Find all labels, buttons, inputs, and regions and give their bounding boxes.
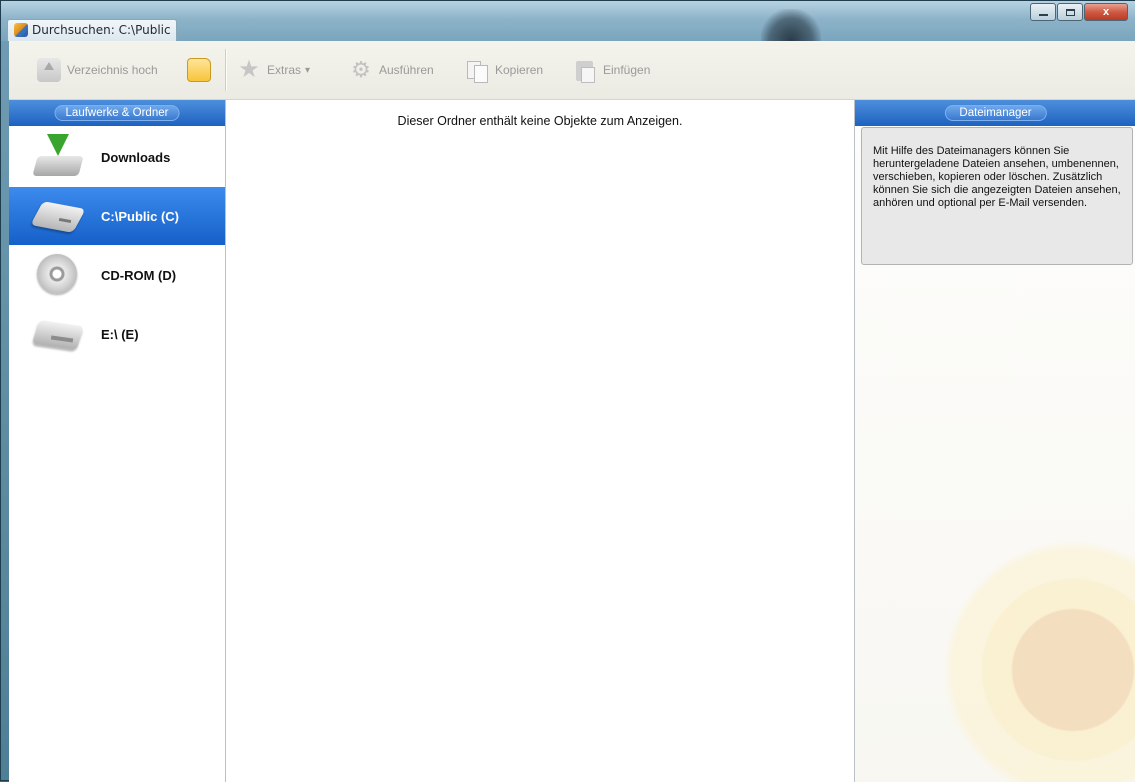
- drives-folders-panel: Laufwerke & Ordner Downloads C:\Public (…: [9, 100, 226, 782]
- new-folder-button[interactable]: [187, 57, 217, 83]
- copy-label: Kopieren: [495, 63, 544, 77]
- app-icon: [14, 23, 28, 37]
- info-text-box: Mit Hilfe des Dateimanagers können Sie h…: [861, 127, 1133, 265]
- drive-label: E:\ (E): [101, 326, 139, 342]
- up-directory-label: Verzeichnis hoch: [67, 63, 158, 77]
- info-text: Mit Hilfe des Dateimanagers können Sie h…: [873, 145, 1121, 209]
- up-directory-button[interactable]: Verzeichnis hoch: [37, 57, 158, 83]
- cd-rom-icon: [33, 252, 83, 298]
- folder-up-icon: [37, 58, 61, 82]
- drives-panel-title: Laufwerke & Ordner: [54, 105, 180, 121]
- run-label: Ausführen: [379, 63, 434, 77]
- minimize-icon: [1038, 14, 1048, 16]
- close-button[interactable]: x: [1084, 3, 1128, 21]
- paste-button[interactable]: Einfügen: [573, 57, 650, 83]
- title-bar[interactable]: Durchsuchen: C:\Public x: [1, 1, 1135, 49]
- window-title-tab: Durchsuchen: C:\Public: [7, 19, 177, 41]
- drive-item-e[interactable]: E:\ (E): [9, 305, 225, 363]
- new-folder-icon: [187, 58, 211, 82]
- drive-label: CD-ROM (D): [101, 267, 177, 283]
- caption-buttons: x: [1029, 3, 1128, 21]
- drive-item-cd-rom[interactable]: CD-ROM (D): [9, 246, 225, 304]
- extras-label: Extras: [267, 63, 302, 77]
- download-icon: [33, 134, 83, 180]
- paste-icon: [573, 58, 597, 83]
- drives-panel-header: Laufwerke & Ordner: [9, 100, 225, 126]
- drive-item-c-public[interactable]: C:\Public (C): [9, 187, 225, 245]
- drive-label: Downloads: [101, 149, 171, 165]
- sunflower-watermark: [943, 540, 1135, 782]
- drive-label: C:\Public (C): [101, 208, 179, 224]
- app-window: Durchsuchen: C:\Public x Verzeichnis hoc…: [0, 0, 1135, 782]
- star-icon: ★: [238, 56, 260, 83]
- run-button[interactable]: ⚙ Ausführen: [349, 57, 434, 83]
- empty-folder-message: Dieser Ordner enthält keine Objekte zum …: [397, 114, 683, 128]
- maximize-button[interactable]: [1057, 3, 1083, 21]
- extras-menu-button[interactable]: ★ Extras ▾: [237, 57, 310, 83]
- hard-drive-icon: [33, 193, 83, 239]
- info-panel-header: Dateimanager: [855, 100, 1135, 126]
- toolbar: Verzeichnis hoch ★ Extras ▾ ⚙ Ausführen …: [9, 41, 1135, 100]
- copy-button[interactable]: Kopieren: [465, 57, 543, 83]
- chevron-down-icon: ▾: [305, 64, 311, 76]
- window-title: Durchsuchen: C:\Public: [32, 23, 171, 37]
- minimize-button[interactable]: [1030, 3, 1056, 21]
- file-manager-info-panel: Dateimanager Mit Hilfe des Dateimanagers…: [855, 100, 1135, 782]
- drive-item-downloads[interactable]: Downloads: [9, 128, 225, 186]
- toolbar-separator: [225, 49, 226, 91]
- removable-drive-icon: [33, 311, 83, 357]
- copy-icon: [465, 58, 489, 83]
- gear-icon: ⚙: [351, 57, 371, 82]
- close-icon: x: [1102, 6, 1110, 18]
- paste-label: Einfügen: [603, 63, 651, 77]
- file-list-panel[interactable]: Dieser Ordner enthält keine Objekte zum …: [226, 100, 855, 782]
- maximize-icon: [1065, 8, 1075, 16]
- client-area: Verzeichnis hoch ★ Extras ▾ ⚙ Ausführen …: [9, 41, 1135, 782]
- info-panel-title: Dateimanager: [944, 105, 1047, 121]
